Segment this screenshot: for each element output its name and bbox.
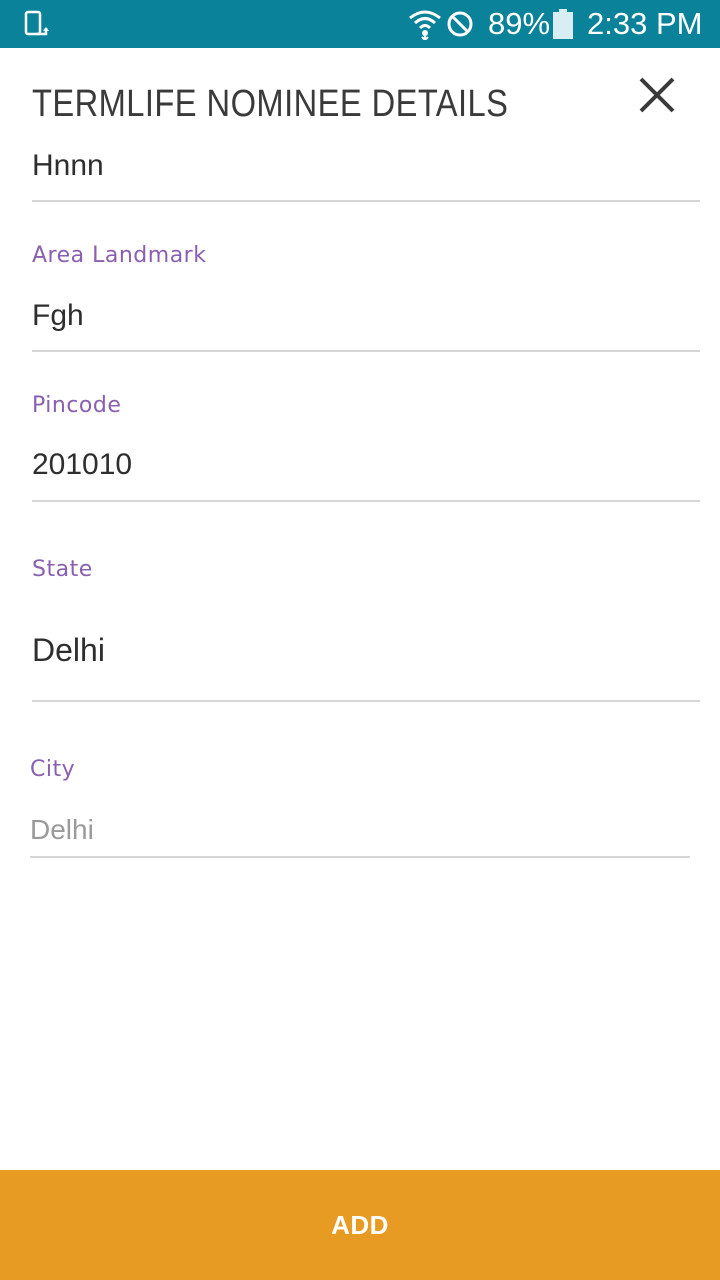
- area-landmark-input[interactable]: Fgh: [32, 298, 84, 334]
- add-button[interactable]: ADD: [0, 1170, 720, 1280]
- dialog-header: TERMLIFE NOMINEE DETAILS: [0, 48, 720, 144]
- pincode-underline: [32, 500, 700, 502]
- close-button[interactable]: [630, 70, 684, 124]
- battery-icon: [552, 9, 574, 39]
- wifi-icon: [408, 8, 442, 42]
- nominee-form: Hnnn Area Landmark Fgh Pincode 201010 St…: [0, 144, 720, 1170]
- city-label: City: [30, 757, 76, 782]
- state-underline: [32, 700, 700, 702]
- city-underline: [30, 856, 690, 858]
- state-select[interactable]: Delhi: [32, 632, 105, 668]
- pincode-label: Pincode: [32, 393, 122, 418]
- area-landmark-label: Area Landmark: [32, 243, 207, 268]
- address-field-value[interactable]: Hnnn: [32, 148, 104, 184]
- dialog-title: TERMLIFE NOMINEE DETAILS: [32, 83, 509, 125]
- area-landmark-underline: [32, 350, 700, 352]
- status-clock: 2:33 PM: [587, 6, 703, 41]
- do-not-disturb-icon: [446, 10, 474, 38]
- city-input[interactable]: Delhi: [30, 812, 94, 848]
- screen-rotate-icon: [22, 10, 50, 38]
- close-icon: [637, 75, 677, 120]
- battery-percent: 89%: [488, 6, 551, 41]
- pincode-input[interactable]: 201010: [32, 447, 132, 483]
- state-label: State: [32, 557, 93, 582]
- status-bar: 89% 2:33 PM: [0, 0, 720, 48]
- address-field-underline: [32, 200, 700, 202]
